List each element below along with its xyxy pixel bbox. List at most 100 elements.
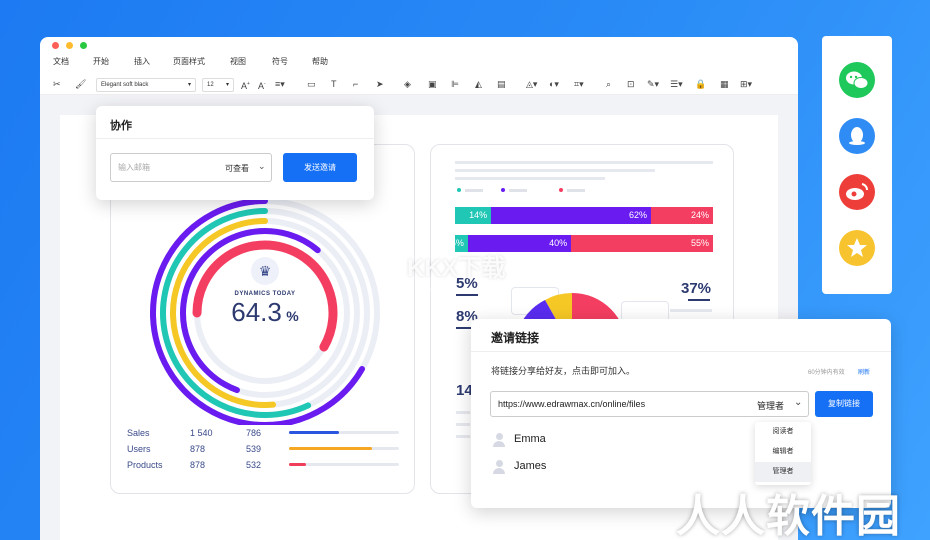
search-icon[interactable]: ⌕ [606, 78, 611, 90]
divider [471, 351, 891, 352]
placeholder-line [670, 309, 712, 312]
email-field[interactable]: 输入邮箱 可查看 ⌄ [110, 153, 272, 182]
segment-label: 55% [690, 238, 709, 248]
stat-name: Sales [127, 428, 150, 438]
user-avatar-icon [493, 433, 505, 447]
placeholder-line [455, 177, 605, 180]
expiry-note: 60分钟内有效 [808, 370, 845, 376]
stat-bar-fill [289, 447, 372, 450]
scissors-icon[interactable]: ✂ [53, 78, 61, 90]
placeholder-line [456, 411, 470, 414]
group-icon[interactable]: ▣ [428, 78, 437, 90]
stat-name: Users [127, 444, 151, 454]
image-icon[interactable]: ▤ [497, 78, 506, 90]
menu-help[interactable]: 帮助 [312, 56, 328, 67]
segment-label: 24% [690, 210, 709, 220]
qzone-star-icon[interactable] [839, 230, 875, 266]
weibo-icon[interactable] [839, 174, 875, 210]
frame-icon[interactable]: ▦ [720, 78, 729, 90]
role-option-selected[interactable]: 管理者 [755, 462, 811, 482]
increase-font-icon[interactable]: A+ [241, 78, 250, 92]
wechat-icon[interactable] [839, 62, 875, 98]
bar-segment: 55% [571, 235, 713, 252]
menu-document[interactable]: 文档 [53, 56, 69, 67]
align-left-icon[interactable]: ⊫ [451, 78, 459, 90]
stat-bar-track [289, 447, 399, 450]
stat-name: Products [127, 460, 163, 470]
collab-dialog: 协作 输入邮箱 可查看 ⌄ 发送邀请 [96, 106, 374, 200]
menu-view[interactable]: 视图 [230, 56, 246, 67]
font-family-select[interactable]: Elegant soft black ▾ [96, 78, 196, 92]
role-option[interactable]: 编辑者 [755, 442, 811, 462]
menu-symbol[interactable]: 符号 [272, 56, 288, 67]
gauge-value-wrap: 64.3 % [215, 297, 315, 328]
find-replace-icon[interactable]: ⊡ [627, 78, 635, 90]
rectangle-icon[interactable]: ▭ [307, 78, 316, 90]
role-select[interactable]: 管理者 [757, 399, 784, 412]
stat-bar-fill [289, 463, 306, 466]
menu-page-style[interactable]: 页面样式 [173, 56, 205, 67]
bar-segment: 24% [651, 207, 713, 224]
watermark-center: KKX下载 [407, 255, 506, 282]
line-style-icon[interactable]: ◐▾ [549, 78, 559, 90]
stat-value-2: 786 [246, 428, 262, 438]
divider [96, 138, 374, 139]
layers-icon[interactable]: ◈ [404, 78, 411, 90]
copy-link-button[interactable]: 复制链接 [815, 391, 873, 417]
placeholder-line [455, 161, 713, 164]
title-bar [40, 37, 798, 53]
connector-icon[interactable]: ⌐ [353, 78, 358, 90]
user-name: Emma [514, 433, 546, 445]
share-sidebar [822, 36, 892, 294]
stat-bar-track [289, 463, 399, 466]
pen-icon[interactable]: ✎▾ [647, 78, 659, 90]
permission-select[interactable]: 可查看 [225, 163, 249, 174]
close-window-button[interactable] [52, 42, 59, 49]
stacked-bar: 14% 62% 24% [455, 207, 713, 224]
invite-title: 邀请链接 [491, 331, 540, 345]
minimize-window-button[interactable] [66, 42, 73, 49]
send-invite-button[interactable]: 发送邀请 [283, 153, 357, 182]
font-size-select[interactable]: 12 ▾ [202, 78, 234, 92]
lock-icon[interactable]: 🔒 [695, 78, 706, 90]
invite-description: 将链接分享给好友，点击即可加入。 [491, 366, 636, 376]
email-placeholder: 输入邮箱 [118, 163, 150, 172]
qq-icon[interactable] [839, 118, 875, 154]
legend-dot [501, 188, 505, 192]
text-icon[interactable]: T [331, 78, 337, 90]
bar-segment: 14% [455, 207, 492, 224]
collab-title: 协作 [110, 120, 132, 132]
role-option[interactable]: 阅读者 [755, 422, 811, 442]
format-painter-icon[interactable]: 🖌 [75, 78, 86, 90]
legend-line [567, 189, 585, 192]
stat-value-1: 878 [190, 460, 206, 470]
menu-insert[interactable]: 插入 [134, 56, 150, 67]
flip-icon[interactable]: ◭ [475, 78, 482, 90]
more-icon[interactable]: ⊞▾ [740, 78, 752, 90]
stat-value-1: 878 [190, 444, 206, 454]
segment-label: 14% [469, 210, 488, 220]
stat-bar-track [289, 431, 399, 434]
line-weight-icon[interactable]: ☰▾ [670, 78, 683, 90]
chevron-down-icon: ⌄ [258, 161, 266, 171]
align-icon[interactable]: ≡▾ [275, 78, 285, 90]
legend-line [509, 189, 527, 192]
legend-line [465, 189, 483, 192]
user-name: James [514, 460, 547, 472]
link-field[interactable]: https://www.edrawmax.cn/online/files 管理者… [490, 391, 809, 417]
pointer-icon[interactable]: ➤ [376, 78, 384, 90]
menu-bar: 文档 开始 插入 页面样式 视图 符号 帮助 [40, 55, 798, 69]
underline [688, 299, 710, 301]
placeholder-line [456, 435, 470, 438]
chevron-down-icon: ▾ [225, 82, 229, 88]
refresh-link[interactable]: 刷新 [858, 367, 870, 376]
placeholder-line [455, 169, 655, 172]
decrease-font-icon[interactable]: A- [258, 78, 266, 92]
gauge-unit: % [286, 308, 299, 324]
fill-color-icon[interactable]: ◬▾ [526, 78, 537, 90]
crop-icon[interactable]: ⌗▾ [574, 78, 584, 90]
maximize-window-button[interactable] [80, 42, 87, 49]
chevron-down-icon: ⌄ [794, 397, 803, 408]
pct-c: 37% [681, 280, 712, 297]
menu-start[interactable]: 开始 [93, 56, 109, 67]
